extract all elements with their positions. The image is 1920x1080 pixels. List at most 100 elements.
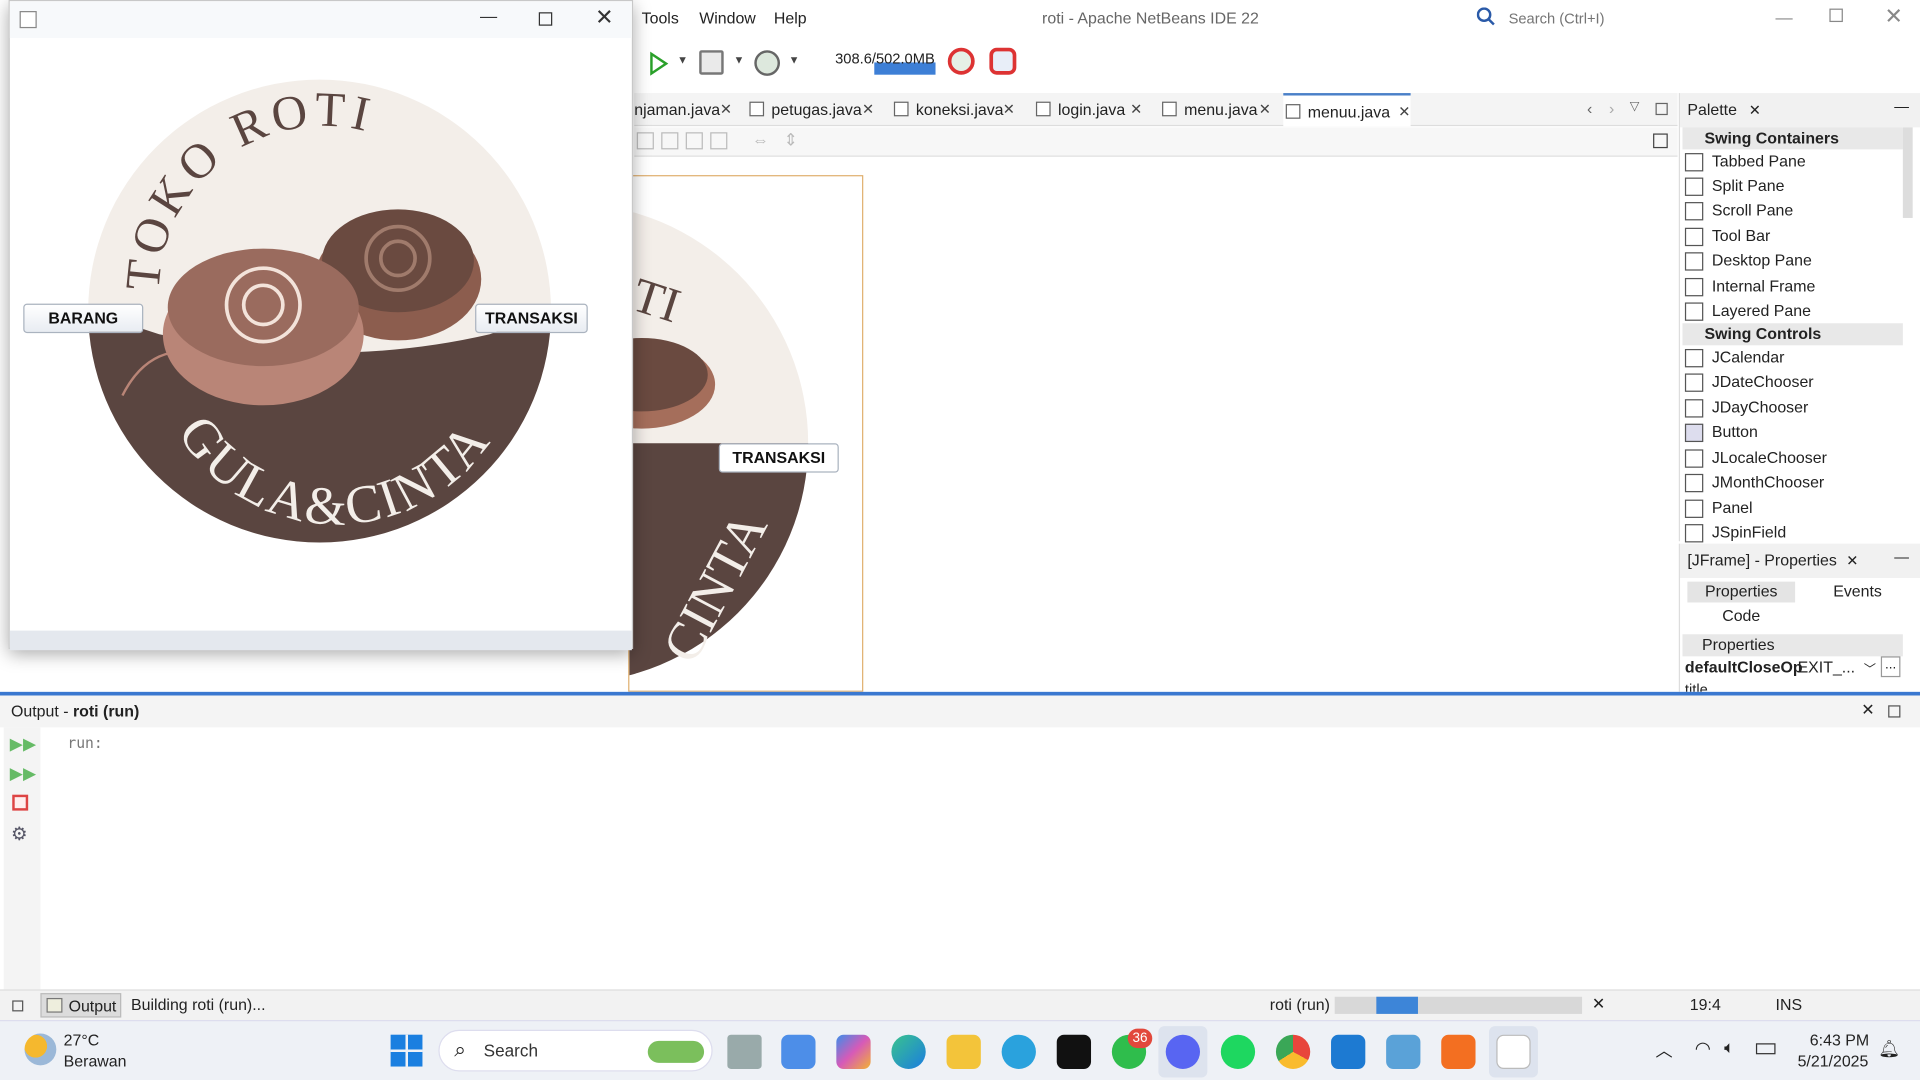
palette-item-scroll-pane[interactable]: Scroll Pane — [1684, 200, 1793, 224]
chevron-right-icon[interactable]: › — [1609, 99, 1614, 117]
chevron-down-icon[interactable]: ▼ — [789, 54, 800, 66]
close-icon[interactable]: ✕ — [1861, 700, 1874, 720]
xampp-icon[interactable] — [1441, 1034, 1476, 1069]
minimize-icon[interactable]: — — [480, 6, 497, 26]
battery-icon[interactable] — [1755, 1043, 1776, 1055]
run-icon[interactable] — [649, 51, 669, 82]
menu-help[interactable]: Help — [774, 9, 807, 27]
chevron-left-icon[interactable]: ‹ — [1587, 99, 1592, 117]
debug-icon[interactable] — [699, 50, 724, 75]
output-status-tab[interactable]: Output — [40, 993, 122, 1018]
design-form[interactable]: TI CINTA TRANSAKSI — [628, 175, 864, 692]
menu-tools[interactable]: Tools — [642, 9, 679, 27]
rerun-with-args-icon[interactable]: ▶▶ — [10, 763, 36, 784]
resize-horizontal-icon[interactable]: ⇔ — [752, 130, 769, 150]
barang-button[interactable]: BARANG — [23, 303, 144, 334]
tab-login[interactable]: login.java ✕ — [1033, 93, 1142, 126]
clock-time[interactable]: 6:43 PM — [1810, 1031, 1869, 1049]
close-icon[interactable]: ✕ — [1003, 100, 1015, 117]
close-icon[interactable]: ✕ — [595, 5, 613, 31]
properties-section[interactable]: Properties — [1682, 634, 1903, 657]
wifi-icon[interactable]: ◠ — [1695, 1037, 1711, 1059]
rerun-icon[interactable]: ▶▶ — [10, 733, 36, 754]
align-icon[interactable] — [685, 132, 703, 150]
palette-item-tool-bar[interactable]: Tool Bar — [1684, 225, 1770, 249]
settings-icon[interactable]: ⚙ — [11, 823, 27, 845]
design-editor[interactable]: TI CINTA TRANSAKSI — [628, 157, 1678, 692]
restore-icon[interactable] — [12, 1000, 24, 1012]
chevron-down-icon[interactable]: ﹀ — [1864, 659, 1876, 677]
task-view-icon[interactable] — [727, 1034, 762, 1069]
volume-icon[interactable]: 🔈︎ — [1724, 1037, 1734, 1058]
windows-start-icon[interactable] — [390, 1034, 423, 1067]
profile-icon[interactable] — [754, 50, 781, 76]
run-task-name[interactable]: roti (run) — [1270, 996, 1330, 1014]
chevron-up-icon[interactable]: ︿ — [1656, 1038, 1673, 1062]
minimize-icon[interactable]: — — [1894, 98, 1909, 115]
transaksi-button[interactable]: TRANSAKSI — [475, 303, 588, 334]
menu-window[interactable]: Window — [699, 9, 756, 27]
close-icon[interactable]: ✕ — [1398, 103, 1410, 120]
palette-group-swing-controls[interactable]: Swing Controls — [1682, 323, 1903, 346]
align-icon[interactable] — [710, 132, 728, 150]
tab-njaman[interactable]: njaman.java ✕ — [634, 93, 732, 126]
align-icon[interactable] — [636, 132, 654, 150]
vscode-icon[interactable] — [1331, 1034, 1366, 1069]
palette-item-jcalendar[interactable]: JCalendar — [1684, 347, 1784, 371]
minimize-icon[interactable]: — — [1776, 7, 1793, 27]
weather-icon[interactable] — [24, 1033, 57, 1066]
tiktok-icon[interactable] — [1056, 1034, 1092, 1069]
palette-item-jmonthchooser[interactable]: JMonthChooser — [1684, 471, 1824, 495]
clock-date[interactable]: 5/21/2025 — [1798, 1052, 1869, 1070]
memory-indicator[interactable]: 308.6/502.0MB — [835, 50, 936, 75]
tab-menuu[interactable]: menuu.java ✕ — [1283, 93, 1411, 127]
minimize-icon[interactable]: — — [1894, 549, 1909, 566]
tab-koneksi[interactable]: koneksi.java ✕ — [891, 93, 1015, 126]
maximize-icon[interactable] — [538, 12, 553, 26]
tab-properties[interactable]: Properties — [1687, 581, 1796, 603]
chrome-icon[interactable] — [1275, 1034, 1311, 1069]
edge-icon[interactable] — [891, 1034, 926, 1069]
property-value[interactable]: EXIT_... — [1798, 658, 1856, 676]
property-more-button[interactable]: ... — [1880, 656, 1901, 678]
close-icon[interactable]: ✕ — [862, 100, 874, 117]
chevron-down-icon[interactable]: ▼ — [677, 54, 688, 66]
ide-search-input[interactable] — [1503, 6, 1749, 31]
netbeans-icon[interactable] — [1386, 1034, 1421, 1069]
palette-item-jdatechooser[interactable]: JDateChooser — [1684, 371, 1814, 395]
palette-item-tabbed-pane[interactable]: Tabbed Pane — [1684, 151, 1806, 175]
tab-code[interactable]: Code — [1687, 606, 1795, 627]
microsoft-store-icon[interactable] — [781, 1034, 816, 1069]
tab-events[interactable]: Events — [1815, 582, 1901, 603]
palette-scrollbar[interactable] — [1902, 127, 1913, 218]
weather-temp[interactable]: 27°C — [64, 1031, 100, 1049]
tab-petugas[interactable]: petugas.java ✕ — [747, 93, 874, 126]
palette-item-desktop-pane[interactable]: Desktop Pane — [1684, 250, 1812, 274]
close-icon[interactable]: ✕ — [1130, 100, 1142, 117]
notification-bell-icon[interactable]: 🔔︎ — [1878, 1038, 1900, 1059]
palette-item-jlocalechooser[interactable]: JLocaleChooser — [1684, 447, 1827, 471]
chevron-down-icon[interactable]: ▽ — [1630, 100, 1639, 113]
close-icon[interactable]: ✕ — [1846, 552, 1858, 569]
close-icon[interactable]: ✕ — [1885, 4, 1903, 30]
palette-group-swing-containers[interactable]: Swing Containers — [1682, 127, 1903, 150]
palette-item-layered-pane[interactable]: Layered Pane — [1684, 300, 1811, 324]
align-icon[interactable] — [661, 132, 679, 150]
resize-vertical-icon[interactable]: ⇕ — [784, 130, 798, 151]
app-titlebar[interactable]: — ✕ — [9, 1, 632, 38]
tab-menu[interactable]: menu.java ✕ — [1160, 93, 1271, 126]
restore-icon[interactable] — [1655, 102, 1668, 116]
close-icon[interactable]: ✕ — [720, 100, 732, 117]
taskbar-search[interactable]: ⌕ Search — [438, 1029, 713, 1072]
gc-icon[interactable] — [947, 47, 975, 75]
search-icon[interactable] — [1476, 7, 1497, 27]
file-explorer-icon[interactable] — [946, 1034, 981, 1069]
stop-icon[interactable] — [12, 794, 29, 811]
telegram-icon[interactable] — [1001, 1034, 1036, 1069]
cancel-icon[interactable]: ✕ — [1592, 994, 1605, 1014]
java-icon[interactable] — [1496, 1034, 1531, 1069]
design-transaksi-button[interactable]: TRANSAKSI — [718, 443, 839, 473]
chevron-down-icon[interactable]: ▼ — [733, 54, 744, 66]
close-icon[interactable]: ✕ — [1259, 100, 1271, 117]
restore-icon[interactable] — [1829, 8, 1843, 23]
